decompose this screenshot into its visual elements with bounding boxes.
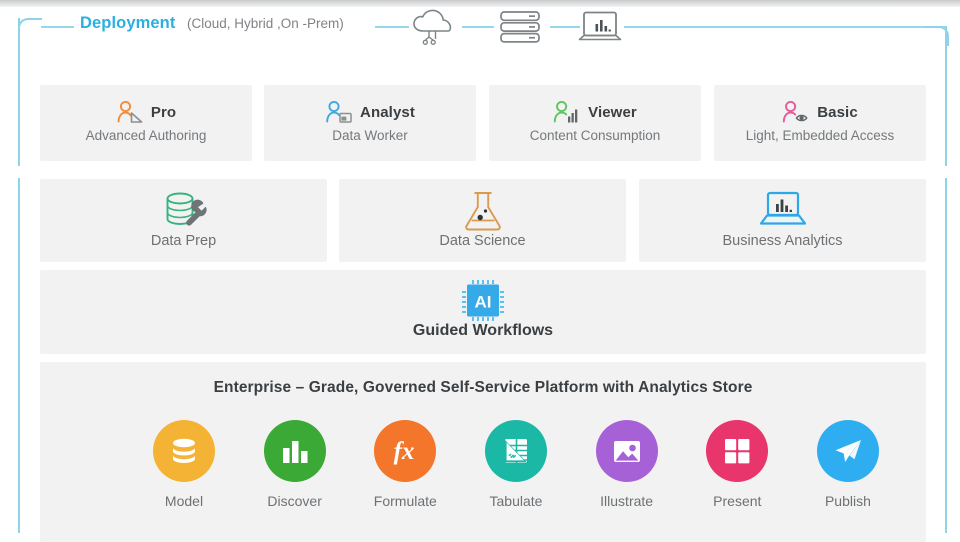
capability-label: Formulate xyxy=(373,493,437,509)
capability-discover[interactable]: Discover xyxy=(247,420,343,509)
persona-card-viewer[interactable]: Viewer Content Consumption xyxy=(489,85,701,161)
deployment-label: Deployment xyxy=(80,14,176,32)
bar-chart-icon xyxy=(263,420,326,482)
persona-heading: Pro xyxy=(40,100,252,124)
person-window-icon xyxy=(325,100,353,124)
connector-line-2 xyxy=(375,26,409,28)
deployment-header: Deployment (Cloud, Hybrid ,On -Prem) xyxy=(0,6,960,46)
capability-label: Model xyxy=(164,493,204,509)
database-wrench-icon xyxy=(40,190,327,234)
domain-label: Business Analytics xyxy=(722,233,843,249)
table-ruler-icon xyxy=(484,420,547,482)
persona-title: Basic xyxy=(817,103,858,121)
person-ruler-icon xyxy=(116,100,144,124)
capability-tabulate[interactable]: Tabulate xyxy=(468,420,564,509)
persona-card-basic[interactable]: Basic Light, Embedded Access xyxy=(714,85,926,161)
person-chart-icon xyxy=(553,100,581,124)
persona-subtitle: Content Consumption xyxy=(529,128,661,143)
image-icon xyxy=(595,420,658,482)
capability-present[interactable]: Present xyxy=(689,420,785,509)
connector-line-4 xyxy=(550,26,580,28)
frame-left-edge-lower xyxy=(18,178,20,533)
persona-title: Viewer xyxy=(588,103,637,121)
persona-card-pro[interactable]: Pro Advanced Authoring xyxy=(40,85,252,161)
domain-card-business-analytics[interactable]: Business Analytics xyxy=(639,179,926,262)
persona-title: Analyst xyxy=(360,103,415,121)
server-rack-icon xyxy=(496,9,544,45)
cloud-icon xyxy=(410,9,460,45)
domain-label: Data Science xyxy=(439,233,526,249)
persona-subtitle: Advanced Authoring xyxy=(85,128,207,143)
capability-model[interactable]: Model xyxy=(136,420,232,509)
capability-publish[interactable]: Publish xyxy=(800,420,896,509)
capability-formulate[interactable]: fx Formulate xyxy=(357,420,453,509)
person-eye-icon xyxy=(782,100,810,124)
domain-label: Data Prep xyxy=(150,233,217,249)
persona-title: Pro xyxy=(150,103,177,121)
deployment-sublabel: (Cloud, Hybrid ,On -Prem) xyxy=(187,16,344,31)
laptop-analytics-icon xyxy=(577,10,623,44)
domain-card-data-science[interactable]: Data Science xyxy=(339,179,626,262)
fx-icon: fx xyxy=(374,420,437,482)
guided-workflows-card[interactable]: AI Guided Workflows xyxy=(40,270,926,354)
capability-label: Tabulate xyxy=(489,493,543,509)
diagram-canvas: Deployment (Cloud, Hybrid ,On -Prem) Pro… xyxy=(0,0,960,542)
capability-illustrate[interactable]: Illustrate xyxy=(579,420,675,509)
platform-title: Enterprise – Grade, Governed Self-Servic… xyxy=(213,379,753,396)
connector-line-5 xyxy=(624,26,946,28)
paper-plane-icon xyxy=(816,420,879,482)
svg-text:fx: fx xyxy=(394,438,415,465)
frame-top-left-corner xyxy=(18,18,42,42)
persona-subtitle: Light, Embedded Access xyxy=(745,128,895,143)
platform-capability-list: Model Discover fx Formulate Tabulate Ill… xyxy=(136,420,896,509)
platform-card: Enterprise – Grade, Governed Self-Servic… xyxy=(40,362,926,542)
capability-label: Publish xyxy=(824,493,871,509)
frame-right-edge-lower xyxy=(945,178,947,533)
persona-subtitle: Data Worker xyxy=(332,128,408,143)
ai-chip-icon: AI xyxy=(40,279,926,323)
frame-right-edge-upper xyxy=(945,26,947,166)
capability-label: Discover xyxy=(267,493,322,509)
capability-label: Present xyxy=(713,493,762,509)
persona-heading: Basic xyxy=(714,100,926,124)
persona-heading: Viewer xyxy=(489,100,701,124)
database-icon xyxy=(153,420,215,482)
persona-heading: Analyst xyxy=(264,100,476,124)
connector-line-3 xyxy=(462,26,494,28)
connector-line-1 xyxy=(41,26,74,28)
capability-label: Illustrate xyxy=(600,493,654,509)
flask-icon xyxy=(339,190,626,234)
guided-workflows-label: Guided Workflows xyxy=(412,322,554,339)
persona-card-analyst[interactable]: Analyst Data Worker xyxy=(264,85,476,161)
svg-text:AI: AI xyxy=(475,293,492,312)
grid-icon xyxy=(706,420,769,482)
domain-card-data-prep[interactable]: Data Prep xyxy=(40,179,327,262)
frame-left-edge-upper xyxy=(18,18,20,166)
laptop-chart-icon xyxy=(639,190,926,234)
